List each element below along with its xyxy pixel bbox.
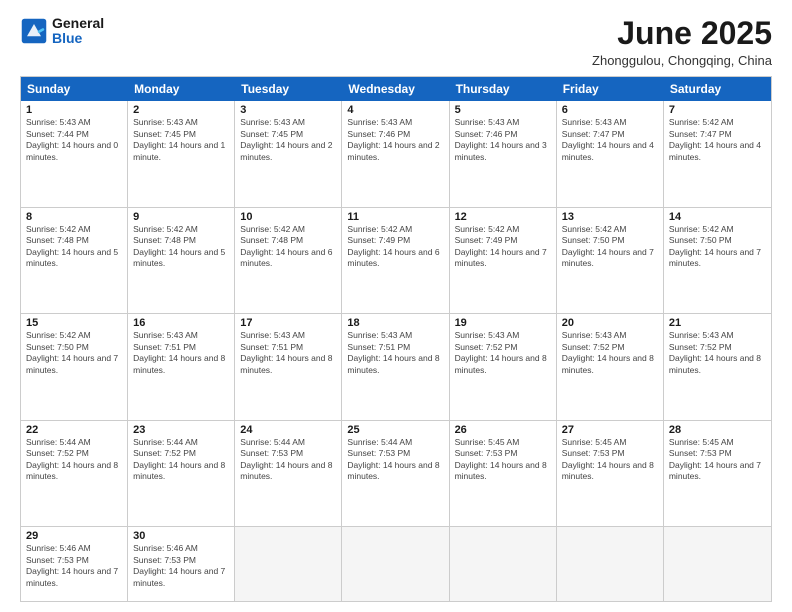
empty-cell-3 xyxy=(450,527,557,601)
header-wednesday: Wednesday xyxy=(342,77,449,101)
day-21: 21 Sunrise: 5:43 AMSunset: 7:52 PMDaylig… xyxy=(664,314,771,419)
calendar-body: 1 Sunrise: 5:43 AMSunset: 7:44 PMDayligh… xyxy=(21,101,771,601)
header: General Blue June 2025 Zhonggulou, Chong… xyxy=(20,16,772,68)
empty-cell-2 xyxy=(342,527,449,601)
day-14: 14 Sunrise: 5:42 AMSunset: 7:50 PMDaylig… xyxy=(664,208,771,313)
header-thursday: Thursday xyxy=(450,77,557,101)
calendar: Sunday Monday Tuesday Wednesday Thursday… xyxy=(20,76,772,602)
week-row-3: 15 Sunrise: 5:42 AMSunset: 7:50 PMDaylig… xyxy=(21,314,771,420)
header-monday: Monday xyxy=(128,77,235,101)
day-12: 12 Sunrise: 5:42 AMSunset: 7:49 PMDaylig… xyxy=(450,208,557,313)
logo-icon xyxy=(20,17,48,45)
logo-blue: Blue xyxy=(52,31,104,46)
day-17: 17 Sunrise: 5:43 AMSunset: 7:51 PMDaylig… xyxy=(235,314,342,419)
empty-cell-1 xyxy=(235,527,342,601)
day-4: 4 Sunrise: 5:43 AMSunset: 7:46 PMDayligh… xyxy=(342,101,449,206)
empty-cell-5 xyxy=(664,527,771,601)
day-6: 6 Sunrise: 5:43 AMSunset: 7:47 PMDayligh… xyxy=(557,101,664,206)
day-24: 24 Sunrise: 5:44 AMSunset: 7:53 PMDaylig… xyxy=(235,421,342,526)
week-row-2: 8 Sunrise: 5:42 AMSunset: 7:48 PMDayligh… xyxy=(21,208,771,314)
week-row-5: 29 Sunrise: 5:46 AMSunset: 7:53 PMDaylig… xyxy=(21,527,771,601)
day-8: 8 Sunrise: 5:42 AMSunset: 7:48 PMDayligh… xyxy=(21,208,128,313)
day-30: 30 Sunrise: 5:46 AMSunset: 7:53 PMDaylig… xyxy=(128,527,235,601)
day-15: 15 Sunrise: 5:42 AMSunset: 7:50 PMDaylig… xyxy=(21,314,128,419)
day-19: 19 Sunrise: 5:43 AMSunset: 7:52 PMDaylig… xyxy=(450,314,557,419)
logo-general: General xyxy=(52,16,104,31)
day-23: 23 Sunrise: 5:44 AMSunset: 7:52 PMDaylig… xyxy=(128,421,235,526)
day-5: 5 Sunrise: 5:43 AMSunset: 7:46 PMDayligh… xyxy=(450,101,557,206)
day-3: 3 Sunrise: 5:43 AMSunset: 7:45 PMDayligh… xyxy=(235,101,342,206)
header-sunday: Sunday xyxy=(21,77,128,101)
header-friday: Friday xyxy=(557,77,664,101)
day-7: 7 Sunrise: 5:42 AMSunset: 7:47 PMDayligh… xyxy=(664,101,771,206)
page: General Blue June 2025 Zhonggulou, Chong… xyxy=(0,0,792,612)
day-10: 10 Sunrise: 5:42 AMSunset: 7:48 PMDaylig… xyxy=(235,208,342,313)
header-tuesday: Tuesday xyxy=(235,77,342,101)
day-9: 9 Sunrise: 5:42 AMSunset: 7:48 PMDayligh… xyxy=(128,208,235,313)
day-26: 26 Sunrise: 5:45 AMSunset: 7:53 PMDaylig… xyxy=(450,421,557,526)
day-13: 13 Sunrise: 5:42 AMSunset: 7:50 PMDaylig… xyxy=(557,208,664,313)
title-block: June 2025 Zhonggulou, Chongqing, China xyxy=(592,16,772,68)
day-28: 28 Sunrise: 5:45 AMSunset: 7:53 PMDaylig… xyxy=(664,421,771,526)
month-title: June 2025 xyxy=(592,16,772,51)
calendar-header: Sunday Monday Tuesday Wednesday Thursday… xyxy=(21,77,771,101)
day-25: 25 Sunrise: 5:44 AMSunset: 7:53 PMDaylig… xyxy=(342,421,449,526)
day-18: 18 Sunrise: 5:43 AMSunset: 7:51 PMDaylig… xyxy=(342,314,449,419)
day-29: 29 Sunrise: 5:46 AMSunset: 7:53 PMDaylig… xyxy=(21,527,128,601)
day-11: 11 Sunrise: 5:42 AMSunset: 7:49 PMDaylig… xyxy=(342,208,449,313)
day-1: 1 Sunrise: 5:43 AMSunset: 7:44 PMDayligh… xyxy=(21,101,128,206)
week-row-1: 1 Sunrise: 5:43 AMSunset: 7:44 PMDayligh… xyxy=(21,101,771,207)
empty-cell-4 xyxy=(557,527,664,601)
week-row-4: 22 Sunrise: 5:44 AMSunset: 7:52 PMDaylig… xyxy=(21,421,771,527)
day-16: 16 Sunrise: 5:43 AMSunset: 7:51 PMDaylig… xyxy=(128,314,235,419)
day-27: 27 Sunrise: 5:45 AMSunset: 7:53 PMDaylig… xyxy=(557,421,664,526)
day-20: 20 Sunrise: 5:43 AMSunset: 7:52 PMDaylig… xyxy=(557,314,664,419)
logo: General Blue xyxy=(20,16,104,47)
day-2: 2 Sunrise: 5:43 AMSunset: 7:45 PMDayligh… xyxy=(128,101,235,206)
header-saturday: Saturday xyxy=(664,77,771,101)
day-22: 22 Sunrise: 5:44 AMSunset: 7:52 PMDaylig… xyxy=(21,421,128,526)
location: Zhonggulou, Chongqing, China xyxy=(592,53,772,68)
